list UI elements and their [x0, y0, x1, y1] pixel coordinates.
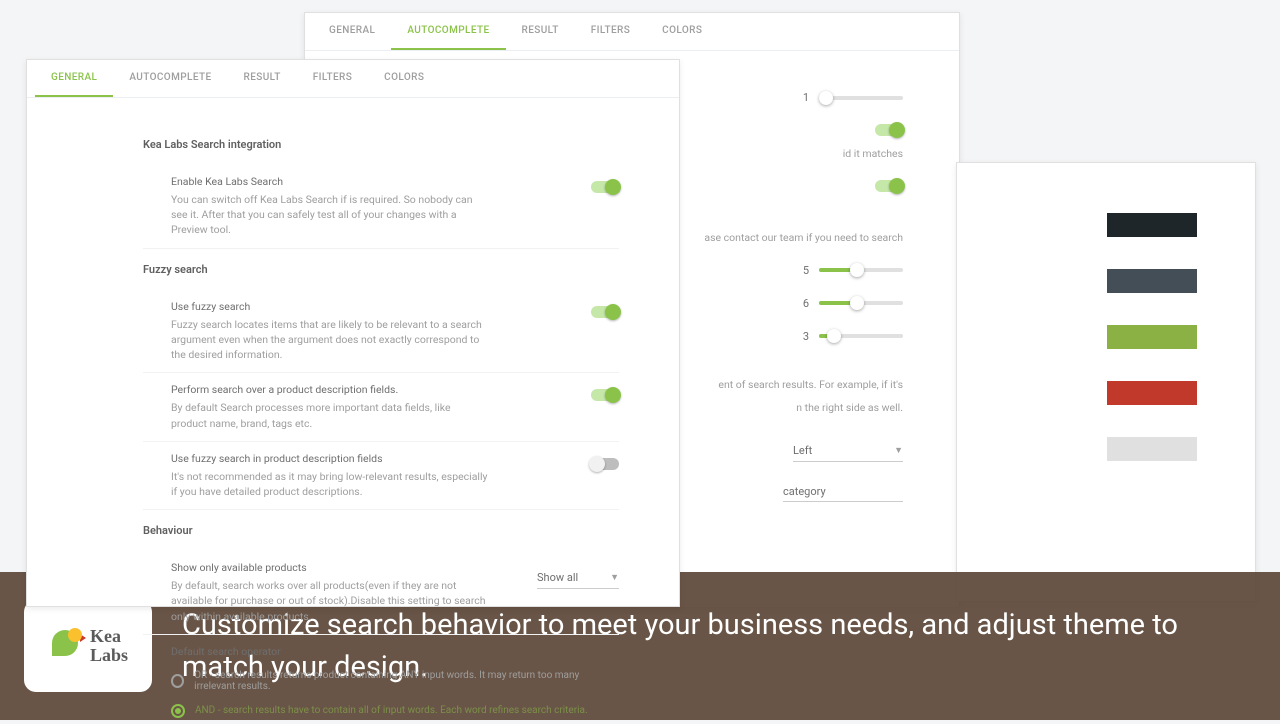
availability-select[interactable]: Show all ▼ [537, 567, 619, 589]
chevron-down-icon: ▼ [610, 572, 619, 583]
setting-title: Default search operator [171, 645, 619, 658]
slider-label: 5 [803, 264, 809, 277]
color-swatch[interactable] [1107, 381, 1197, 405]
slider-label: 3 [803, 330, 809, 343]
setting-desc: Fuzzy search locates items that are like… [171, 317, 489, 363]
setting-desc: By default Search processes more importa… [171, 400, 489, 430]
setting-row: Perform search over a product descriptio… [143, 373, 619, 441]
setting-desc: It's not recommended as it may bring low… [171, 469, 489, 499]
setting-title: Perform search over a product descriptio… [171, 383, 489, 396]
tab-general[interactable]: GENERAL [313, 13, 391, 50]
slider[interactable] [819, 301, 903, 305]
color-swatch[interactable] [1107, 325, 1197, 349]
section-title: Kea Labs Search integration [143, 138, 619, 151]
setting-row: Show only available products By default,… [143, 551, 619, 635]
tab-autocomplete[interactable]: AUTOCOMPLETE [391, 13, 505, 50]
tab-general[interactable]: GENERAL [35, 60, 113, 97]
section-title: Fuzzy search [143, 263, 619, 276]
front-content: Kea Labs Search integration Enable Kea L… [27, 98, 679, 724]
setting-desc: By default, search works over all produc… [171, 578, 489, 624]
slider-label: 1 [803, 91, 809, 104]
tabs-back: GENERAL AUTOCOMPLETE RESULT FILTERS COLO… [305, 13, 959, 51]
toggle[interactable] [875, 180, 903, 192]
fuzzy-search-toggle[interactable] [591, 306, 619, 318]
tab-colors[interactable]: COLORS [368, 60, 440, 97]
panel-general: GENERAL AUTOCOMPLETE RESULT FILTERS COLO… [26, 59, 680, 607]
setting-title: Enable Kea Labs Search [171, 175, 489, 188]
setting-desc: You can switch off Kea Labs Search if is… [171, 192, 489, 238]
color-swatch[interactable] [1107, 213, 1197, 237]
tab-result[interactable]: RESULT [228, 60, 297, 97]
setting-row: Default search operator [143, 635, 619, 664]
setting-title: Use fuzzy search in product description … [171, 452, 489, 465]
slider-label: 6 [803, 297, 809, 310]
alignment-select[interactable]: Left ▼ [793, 440, 903, 462]
tab-autocomplete[interactable]: AUTOCOMPLETE [113, 60, 227, 97]
setting-row: Use fuzzy search Fuzzy search locates it… [143, 290, 619, 374]
radio-icon [171, 674, 184, 688]
tabs-front: GENERAL AUTOCOMPLETE RESULT FILTERS COLO… [27, 60, 679, 98]
slider[interactable] [819, 268, 903, 272]
description-fields-toggle[interactable] [591, 389, 619, 401]
color-swatch[interactable] [1107, 437, 1197, 461]
tab-result[interactable]: RESULT [506, 13, 575, 50]
select-value: Show all [537, 571, 578, 584]
slider[interactable] [819, 96, 903, 100]
tab-colors[interactable]: COLORS [646, 13, 718, 50]
operator-or[interactable]: OR - search results returns product cont… [143, 664, 619, 698]
radio-label: AND - search results have to contain all… [195, 705, 588, 716]
setting-row: Enable Kea Labs Search You can switch of… [143, 165, 619, 249]
setting-title: Use fuzzy search [171, 300, 489, 313]
section-title: Behaviour [143, 524, 619, 537]
select-value: Left [793, 444, 812, 457]
toggle[interactable] [875, 124, 903, 136]
radio-icon [171, 704, 185, 718]
color-swatch[interactable] [1107, 269, 1197, 293]
tab-filters[interactable]: FILTERS [297, 60, 368, 97]
tab-filters[interactable]: FILTERS [575, 13, 646, 50]
fuzzy-description-toggle[interactable] [591, 458, 619, 470]
category-input[interactable]: category [783, 482, 903, 502]
chevron-down-icon: ▼ [894, 445, 903, 456]
panel-colors [956, 162, 1256, 602]
slider[interactable] [819, 334, 903, 338]
swatches [957, 163, 1255, 461]
enable-search-toggle[interactable] [591, 181, 619, 193]
setting-title: Show only available products [171, 561, 489, 574]
radio-label: OR - search results returns product cont… [194, 670, 619, 692]
setting-row: Use fuzzy search in product description … [143, 442, 619, 510]
